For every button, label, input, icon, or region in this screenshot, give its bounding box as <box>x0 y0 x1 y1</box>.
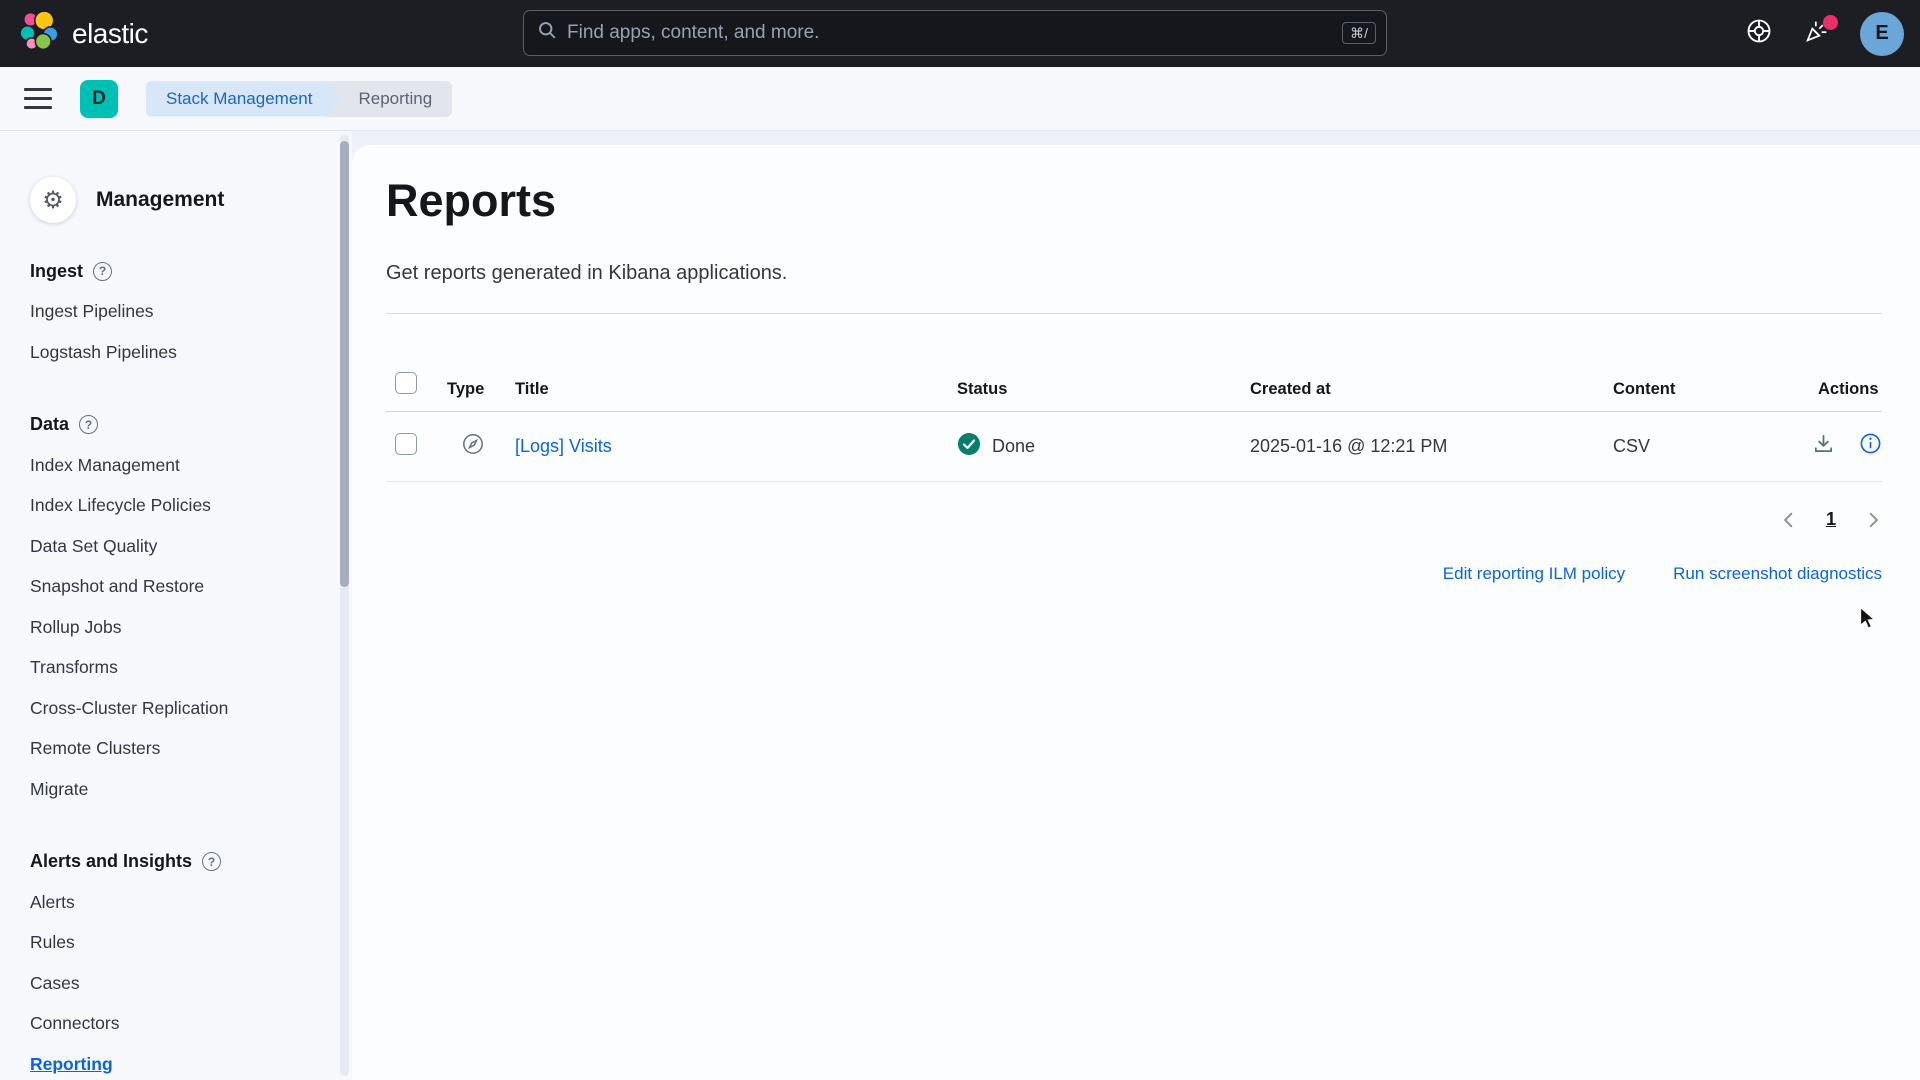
sidebar-item-connectors[interactable]: Connectors <box>30 1013 120 1034</box>
chevron-right-icon[interactable] <box>1864 511 1882 529</box>
chevron-left-icon[interactable] <box>1780 511 1798 529</box>
column-header-content: Content <box>1613 313 1818 411</box>
sidebar-item-snapshot-and-restore[interactable]: Snapshot and Restore <box>30 576 204 597</box>
sidebar-item-rules[interactable]: Rules <box>30 932 75 953</box>
sidebar-item-migrate[interactable]: Migrate <box>30 779 88 800</box>
section-label-data: Data <box>30 414 69 435</box>
elastic-logo-icon <box>18 10 60 57</box>
sidebar-item-ingest-pipelines[interactable]: Ingest Pipelines <box>30 301 154 322</box>
elastic-logo[interactable]: elastic <box>18 10 148 57</box>
page-title: Reports <box>386 176 1882 226</box>
edit-ilm-policy-link[interactable]: Edit reporting ILM policy <box>1443 564 1625 584</box>
notification-badge <box>1823 15 1838 30</box>
global-search[interactable]: ⌘/ <box>523 10 1387 56</box>
status-done-icon <box>957 432 981 461</box>
help-icon <box>1745 17 1773 50</box>
search-shortcut-badge: ⌘/ <box>1342 22 1376 44</box>
logo-wordmark: elastic <box>72 18 148 50</box>
sidebar-title: Management <box>96 188 224 212</box>
breadcrumb-bar: D Stack Management Reporting <box>0 67 1920 131</box>
column-header-status: Status <box>957 313 1250 411</box>
report-title-link[interactable]: [Logs] Visits <box>515 436 612 456</box>
sidebar-item-reporting[interactable]: Reporting <box>30 1054 113 1075</box>
column-header-created-at: Created at <box>1250 313 1613 411</box>
pagination: 1 <box>386 500 1882 540</box>
breadcrumb-reporting: Reporting <box>326 81 452 117</box>
sidebar-item-logstash-pipelines[interactable]: Logstash Pipelines <box>30 342 177 363</box>
user-avatar[interactable]: E <box>1860 12 1904 56</box>
sidebar-item-cases[interactable]: Cases <box>30 973 80 994</box>
status-text: Done <box>992 436 1035 457</box>
sidebar-item-data-set-quality[interactable]: Data Set Quality <box>30 536 157 557</box>
management-sidebar: ⚙ Management Ingest ? Ingest Pipelines L… <box>0 131 352 1080</box>
reports-page: Reports Get reports generated in Kibana … <box>352 145 1920 1080</box>
section-label-ingest: Ingest <box>30 261 83 282</box>
reports-table: Type Title Status Created at Content Act… <box>386 313 1882 482</box>
report-type-icon <box>461 440 485 460</box>
created-at-value: 2025-01-16 @ 12:21 PM <box>1250 411 1613 481</box>
space-badge-letter: D <box>92 88 106 110</box>
gear-icon: ⚙ <box>30 177 76 223</box>
help-button[interactable] <box>1744 19 1774 49</box>
table-header-row: Type Title Status Created at Content Act… <box>386 313 1882 411</box>
row-checkbox[interactable] <box>395 433 417 455</box>
search-icon <box>538 21 557 45</box>
menu-icon[interactable] <box>22 84 54 113</box>
sidebar-item-transforms[interactable]: Transforms <box>30 657 118 678</box>
question-circle-icon[interactable]: ? <box>202 852 221 871</box>
select-all-checkbox[interactable] <box>395 372 417 394</box>
sidebar-nav: Ingest ? Ingest Pipelines Logstash Pipel… <box>30 251 352 1080</box>
info-icon[interactable] <box>1859 432 1882 460</box>
sidebar-item-index-lifecycle-policies[interactable]: Index Lifecycle Policies <box>30 495 211 516</box>
whats-new-button[interactable] <box>1802 19 1832 49</box>
search-input[interactable] <box>567 22 1332 44</box>
content-type-value: CSV <box>1613 411 1818 481</box>
sidebar-item-alerts[interactable]: Alerts <box>30 892 75 913</box>
avatar-initial: E <box>1875 22 1888 45</box>
sidebar-item-rollup-jobs[interactable]: Rollup Jobs <box>30 617 121 638</box>
question-circle-icon[interactable]: ? <box>79 415 98 434</box>
sidebar-item-index-management[interactable]: Index Management <box>30 455 180 476</box>
run-screenshot-diagnostics-link[interactable]: Run screenshot diagnostics <box>1673 564 1882 584</box>
question-circle-icon[interactable]: ? <box>93 262 112 281</box>
download-icon[interactable] <box>1812 432 1835 460</box>
breadcrumb: Stack Management Reporting <box>146 81 452 117</box>
page-description: Get reports generated in Kibana applicat… <box>386 262 1882 285</box>
sidebar-scrollbar-thumb[interactable] <box>340 141 349 587</box>
column-header-type: Type <box>447 313 515 411</box>
page-number-current[interactable]: 1 <box>1826 509 1836 530</box>
sidebar-item-remote-clusters[interactable]: Remote Clusters <box>30 738 160 759</box>
space-badge[interactable]: D <box>80 80 118 118</box>
app-header: elastic ⌘/ <box>0 0 1920 67</box>
sidebar-item-cross-cluster-replication[interactable]: Cross-Cluster Replication <box>30 698 228 719</box>
column-header-actions: Actions <box>1818 313 1882 411</box>
breadcrumb-stack-management[interactable]: Stack Management <box>146 81 340 117</box>
column-header-title: Title <box>515 313 957 411</box>
section-label-alerts-and-insights: Alerts and Insights <box>30 851 192 872</box>
table-row: [Logs] Visits Done 2025-01 <box>386 411 1882 481</box>
